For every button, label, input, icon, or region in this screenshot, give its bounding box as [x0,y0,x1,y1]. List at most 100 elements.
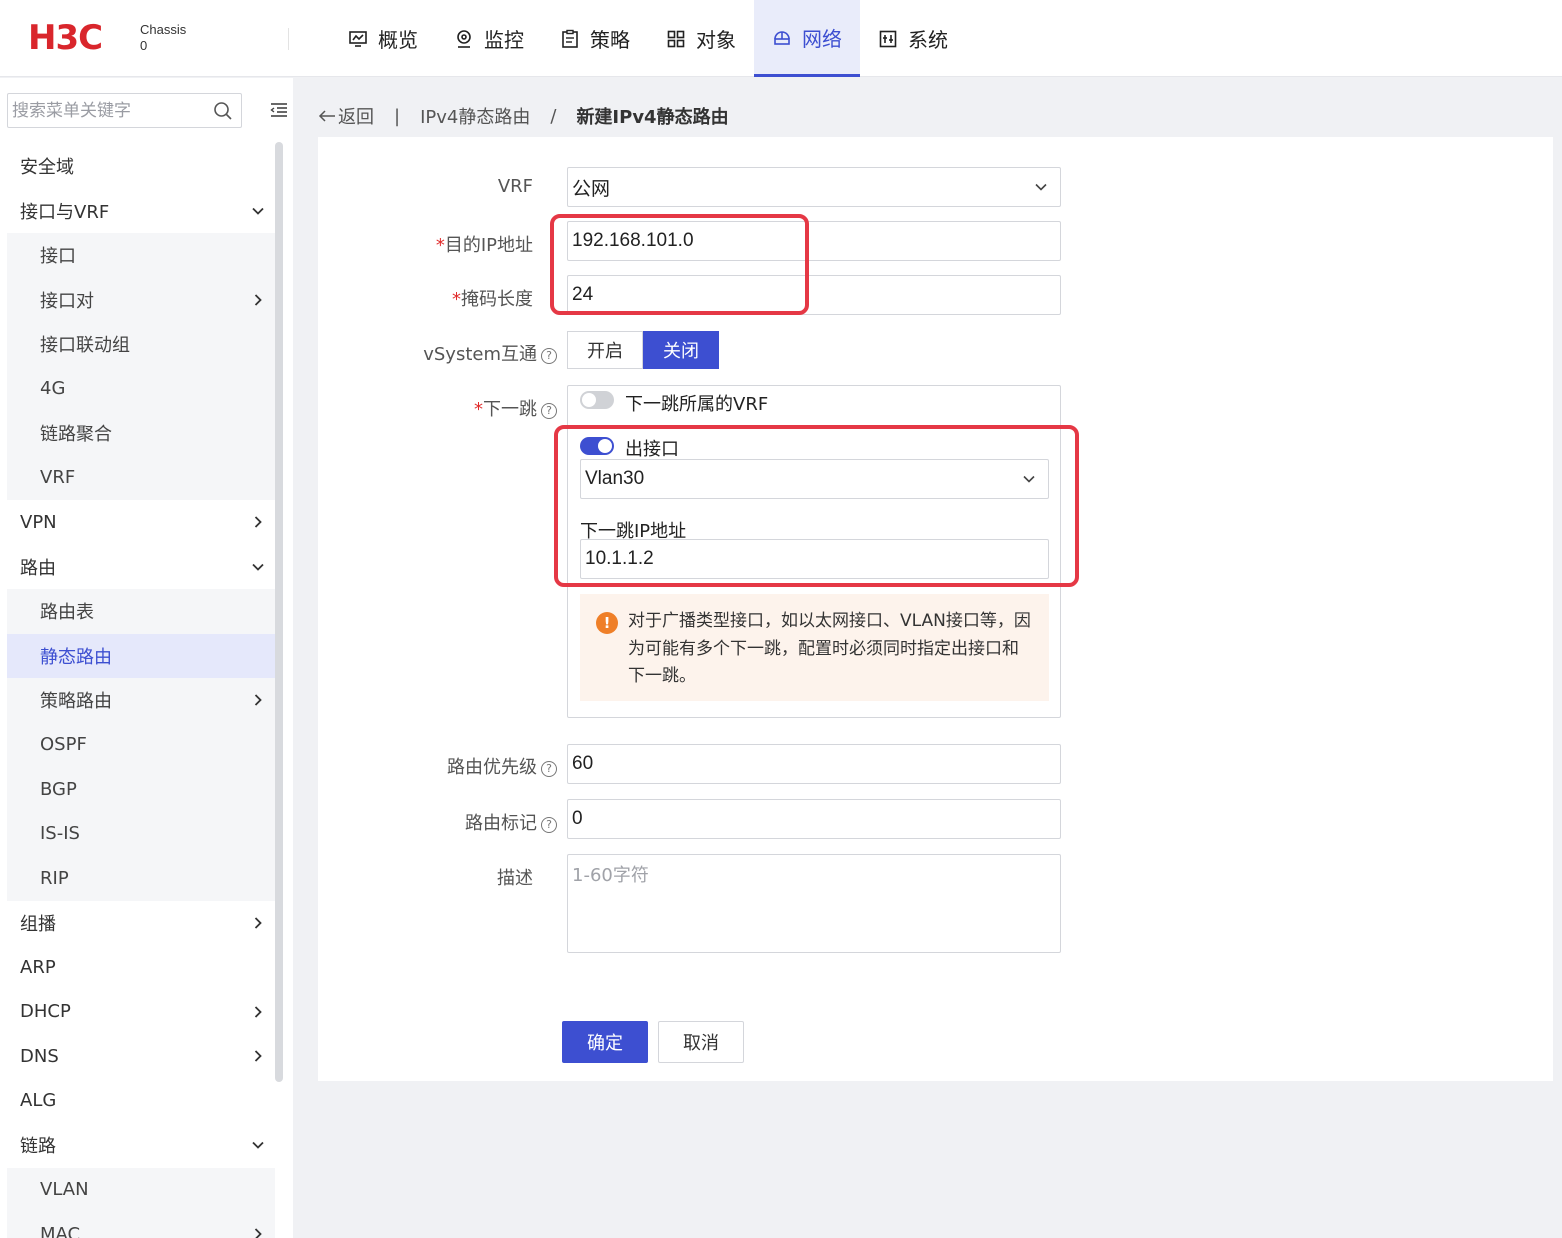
sidebar-item-label: ALG [20,1090,57,1112]
sidebar-item[interactable]: 4G [7,366,275,411]
sidebar-item[interactable]: 安全域 [7,144,275,189]
sidebar-item[interactable]: 接口联动组 [7,322,275,367]
out-interface-select[interactable]: Vlan30 [580,459,1049,499]
nav-policy[interactable]: 策略 [542,0,648,77]
chevron-right-icon [254,1006,262,1018]
nav-network[interactable]: 网络 [754,0,860,77]
dest-ip-value: 192.168.101.0 [572,230,694,251]
breadcrumb-parent[interactable]: IPv4静态路由 [420,103,530,129]
sidebar-item[interactable]: 路由表 [7,589,275,634]
out-interface-value: Vlan30 [585,468,645,489]
help-icon[interactable]: ? [541,403,557,419]
vrf-select-value: 公网 [572,178,611,200]
vsystem-label-text: vSystem互通 [423,344,537,365]
sidebar-item-label: MAC [40,1223,81,1238]
route-tag-label: 路由标记? [380,809,557,835]
back-link[interactable]: 返回 [318,103,374,129]
sidebar-item[interactable]: DNS [7,1034,275,1079]
sidebar-item[interactable]: 路由 [7,545,275,590]
dest-ip-label-text: 目的IP地址 [444,235,533,256]
menu-search-input[interactable] [8,94,203,127]
sidebar-item[interactable]: IS-IS [7,811,275,856]
priority-label: 路由优先级? [380,753,557,779]
nav-monitor-label: 监控 [484,28,524,52]
required-mark: * [474,399,483,420]
sidebar-item[interactable]: 接口对 [7,277,275,322]
sidebar-item-label: BGP [40,778,77,800]
nexthop-ip-input[interactable]: 10.1.1.2 [580,539,1049,579]
sidebar-item-label: OSPF [40,734,87,756]
arrow-left-icon [318,110,335,122]
chassis-label: Chassis [140,22,187,37]
sidebar-item[interactable]: 链路聚合 [7,411,275,456]
help-icon[interactable]: ? [541,817,557,833]
nav-object[interactable]: 对象 [648,0,754,77]
sidebar-item[interactable]: MAC [7,1212,275,1238]
sidebar-item[interactable]: VPN [7,500,275,545]
route-priority-input[interactable]: 60 [567,744,1061,784]
nav-policy-label: 策略 [590,28,630,52]
sidebar-item[interactable]: OSPF [7,722,275,767]
main-nav: 概览 监控 策略 对象 网络 系统 [330,0,966,77]
h3c-logo: H3C [28,18,103,58]
sidebar-item[interactable]: VRF [7,455,275,500]
nav-monitor[interactable]: 监控 [436,0,542,77]
sidebar-item-label: 静态路由 [40,646,112,668]
sidebar-item[interactable]: ARP [7,945,275,990]
nexthop-vrf-switch[interactable] [580,391,614,409]
route-tag-label-text: 路由标记 [465,813,537,834]
sidebar-item[interactable]: DHCP [7,990,275,1035]
sidebar-item-label: VRF [40,467,76,489]
breadcrumb: 返回 | IPv4静态路由 / 新建IPv4静态路由 [318,103,729,129]
sidebar-item[interactable]: 接口与VRF [7,189,275,234]
sidebar-item[interactable]: 静态路由 [7,633,275,678]
vsystem-off-button[interactable]: 关闭 [643,331,719,369]
sidebar-item[interactable]: VLAN [7,1167,275,1212]
dest-ip-input[interactable]: 192.168.101.0 [567,221,1061,261]
collapse-menu-icon[interactable] [270,102,288,118]
vrf-label: VRF [380,176,533,197]
nexthop-label: *下一跳? [380,395,557,421]
mask-label-text: 掩码长度 [461,289,533,310]
sidebar-item[interactable]: BGP [7,767,275,812]
nav-overview[interactable]: 概览 [330,0,436,77]
out-interface-switch[interactable] [580,437,614,455]
sidebar-item-label: 组播 [20,913,56,935]
cancel-button[interactable]: 取消 [658,1021,744,1063]
chevron-right-icon [254,917,262,929]
nav-system[interactable]: 系统 [860,0,966,77]
sidebar-item-label: DHCP [20,1001,71,1023]
chevron-down-icon [252,207,264,215]
sidebar-item[interactable]: 组播 [7,901,275,946]
vsystem-on-button[interactable]: 开启 [567,331,643,369]
sidebar-item[interactable]: 策略路由 [7,678,275,723]
help-icon[interactable]: ? [541,348,557,364]
sidebar: 安全域接口与VRF 接口接口对接口联动组 4G 链路聚合 VRF VPN 路由路由表静态路由… [0,78,293,1238]
confirm-button[interactable]: 确定 [562,1021,648,1063]
route-tag-value: 0 [572,808,583,829]
description-textarea[interactable]: 1-60字符 [567,854,1061,953]
sidebar-item-label: RIP [40,867,69,889]
network-icon [774,31,790,45]
vrf-select[interactable]: 公网 [567,167,1061,207]
sidebar-item-label: VPN [20,511,57,533]
search-icon[interactable] [213,101,233,121]
mask-length-input[interactable]: 24 [567,275,1061,315]
header-divider [288,28,289,50]
route-tag-input[interactable]: 0 [567,799,1061,839]
required-mark: * [435,235,445,256]
sidebar-item-label: 接口 [40,246,76,268]
sidebar-item[interactable]: ALG [7,1079,275,1124]
help-icon[interactable]: ? [541,761,557,777]
top-bar: H3C Chassis 0 概览 监控 策略 对象 网络 系统 [0,0,1562,77]
sidebar-menu: 安全域 接口与VRF 接口接口对 接口联动组 4G 链路聚合 VRF VPN 路由路由表静态路由… [7,144,275,1238]
sidebar-item[interactable]: RIP [7,856,275,901]
system-icon [879,30,897,47]
chevron-down-icon [1035,183,1047,191]
overview-icon [349,30,367,47]
nexthop-ip-value: 10.1.1.2 [585,548,654,569]
sidebar-item-label: 路由 [20,557,56,579]
sidebar-scrollbar[interactable] [275,142,283,1082]
sidebar-item[interactable]: 接口 [7,233,275,278]
sidebar-item[interactable]: 链路 [7,1123,275,1168]
